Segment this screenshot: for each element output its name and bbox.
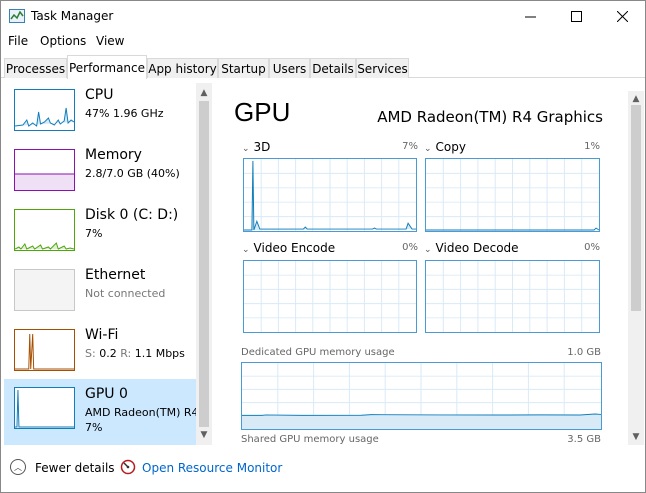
resource-list: CPU 47% 1.96 GHz Memory 2.8/7.0 GB (40%)… (4, 83, 196, 445)
wifi-thumbnail-graph (14, 329, 75, 371)
engine-copy-label[interactable]: ⌄ Copy (424, 140, 466, 154)
engine-copy-text: Copy (435, 140, 466, 154)
chevron-up-circle-icon[interactable]: ︿ (10, 459, 26, 475)
ethernet-label: Ethernet (85, 267, 146, 283)
close-button[interactable] (599, 1, 645, 32)
tab-strip: Processes Performance App history Startu… (1, 55, 645, 79)
right-scrollbar[interactable]: ▲ ▼ (628, 91, 644, 445)
gpu-detail-model: AMD Radeon(TM) R4 (85, 406, 196, 419)
task-manager-icon (9, 9, 25, 23)
resource-ethernet[interactable]: Ethernet Not connected (4, 263, 196, 323)
tab-performance[interactable]: Performance (67, 55, 147, 79)
dedicated-memory-label: Dedicated GPU memory usage (241, 347, 395, 358)
resource-cpu[interactable]: CPU 47% 1.96 GHz (4, 83, 196, 143)
disk-label: Disk 0 (C: D:) (85, 207, 179, 223)
minimize-button[interactable] (507, 1, 553, 32)
dedicated-memory-max: 1.0 GB (567, 347, 601, 358)
wifi-receive-label: R: (120, 347, 132, 360)
engine-copy-graph (425, 158, 600, 232)
memory-thumbnail-graph (14, 149, 75, 191)
footer: ︿ Fewer details Open Resource Monitor (1, 453, 645, 483)
close-icon (616, 11, 628, 22)
ethernet-thumbnail-graph (14, 269, 75, 311)
cpu-detail: 47% 1.96 GHz (85, 107, 164, 120)
gpu-detail-usage: 7% (85, 421, 103, 434)
scroll-up-icon[interactable]: ▲ (196, 85, 212, 101)
engine-3d-pct: 7% (402, 141, 418, 152)
gpu-label: GPU 0 (85, 386, 128, 402)
maximize-button[interactable] (553, 1, 599, 32)
tab-services[interactable]: Services (356, 58, 409, 78)
gpu-model-name: AMD Radeon(TM) R4 Graphics (377, 108, 603, 126)
chevron-down-icon: ⌄ (424, 245, 432, 255)
window-title: Task Manager (31, 9, 114, 23)
wifi-label: Wi-Fi (85, 327, 119, 343)
task-manager-window: Task Manager File Options View Processes… (0, 0, 646, 493)
menu-options[interactable]: Options (40, 34, 86, 48)
engine-copy-pct: 1% (584, 141, 600, 152)
chevron-down-icon: ⌄ (242, 245, 250, 255)
maximize-icon (570, 11, 582, 22)
resource-wifi[interactable]: Wi-Fi S: 0.2 R: 1.1 Mbps (4, 323, 196, 383)
resource-memory[interactable]: Memory 2.8/7.0 GB (40%) (4, 143, 196, 203)
left-scrollbar[interactable]: ▲ ▼ (196, 83, 212, 445)
shared-memory-max: 3.5 GB (567, 434, 601, 445)
menu-view[interactable]: View (96, 34, 124, 48)
resource-gpu[interactable]: GPU 0 AMD Radeon(TM) R4 7% (4, 379, 196, 445)
wifi-send-label: S: (85, 347, 96, 360)
tab-details[interactable]: Details (310, 58, 356, 78)
memory-label: Memory (85, 147, 142, 163)
resource-monitor-icon (120, 459, 136, 475)
dedicated-memory-graph (241, 362, 602, 430)
title-bar: Task Manager (1, 1, 645, 32)
disk-thumbnail-graph (14, 209, 75, 251)
open-resource-monitor-link[interactable]: Open Resource Monitor (142, 461, 282, 475)
menu-file[interactable]: File (8, 34, 28, 48)
left-scroll-thumb[interactable] (199, 101, 209, 427)
tab-startup[interactable]: Startup (218, 58, 269, 78)
engine-video-decode-label[interactable]: ⌄ Video Decode (424, 241, 519, 255)
memory-detail: 2.8/7.0 GB (40%) (85, 167, 180, 180)
gpu-thumbnail-graph (14, 387, 75, 429)
tab-app-history[interactable]: App history (147, 58, 218, 78)
cpu-thumbnail-graph (14, 89, 75, 131)
fewer-details-button[interactable]: Fewer details (35, 461, 115, 475)
chevron-down-icon: ⌄ (242, 144, 250, 154)
right-scroll-thumb[interactable] (631, 105, 641, 311)
tab-processes[interactable]: Processes (4, 58, 67, 78)
engine-video-encode-graph (243, 260, 417, 333)
engine-video-decode-text: Video Decode (435, 241, 519, 255)
menu-bar: File Options View (1, 32, 645, 52)
engine-video-encode-label[interactable]: ⌄ Video Encode (242, 241, 335, 255)
wifi-detail: S: 0.2 R: 1.1 Mbps (85, 347, 185, 360)
engine-video-encode-pct: 0% (402, 242, 418, 253)
ethernet-detail: Not connected (85, 287, 166, 300)
engine-3d-graph (243, 158, 417, 232)
tab-users[interactable]: Users (269, 58, 310, 78)
wifi-receive-value: 1.1 Mbps (134, 347, 185, 360)
scroll-down-icon[interactable]: ▼ (628, 429, 644, 445)
resource-disk[interactable]: Disk 0 (C: D:) 7% (4, 203, 196, 263)
shared-memory-label: Shared GPU memory usage (241, 434, 379, 445)
disk-detail: 7% (85, 227, 103, 240)
gpu-page-title: GPU (234, 97, 291, 127)
minimize-icon (524, 16, 536, 18)
scroll-down-icon[interactable]: ▼ (196, 427, 212, 443)
wifi-send-value: 0.2 (99, 347, 117, 360)
engine-video-encode-text: Video Encode (253, 241, 336, 255)
chevron-down-icon: ⌄ (424, 144, 432, 154)
engine-video-decode-graph (425, 260, 600, 333)
engine-video-decode-pct: 0% (584, 242, 600, 253)
engine-3d-label[interactable]: ⌄ 3D (242, 140, 270, 154)
engine-3d-text: 3D (253, 140, 271, 154)
cpu-label: CPU (85, 87, 114, 103)
